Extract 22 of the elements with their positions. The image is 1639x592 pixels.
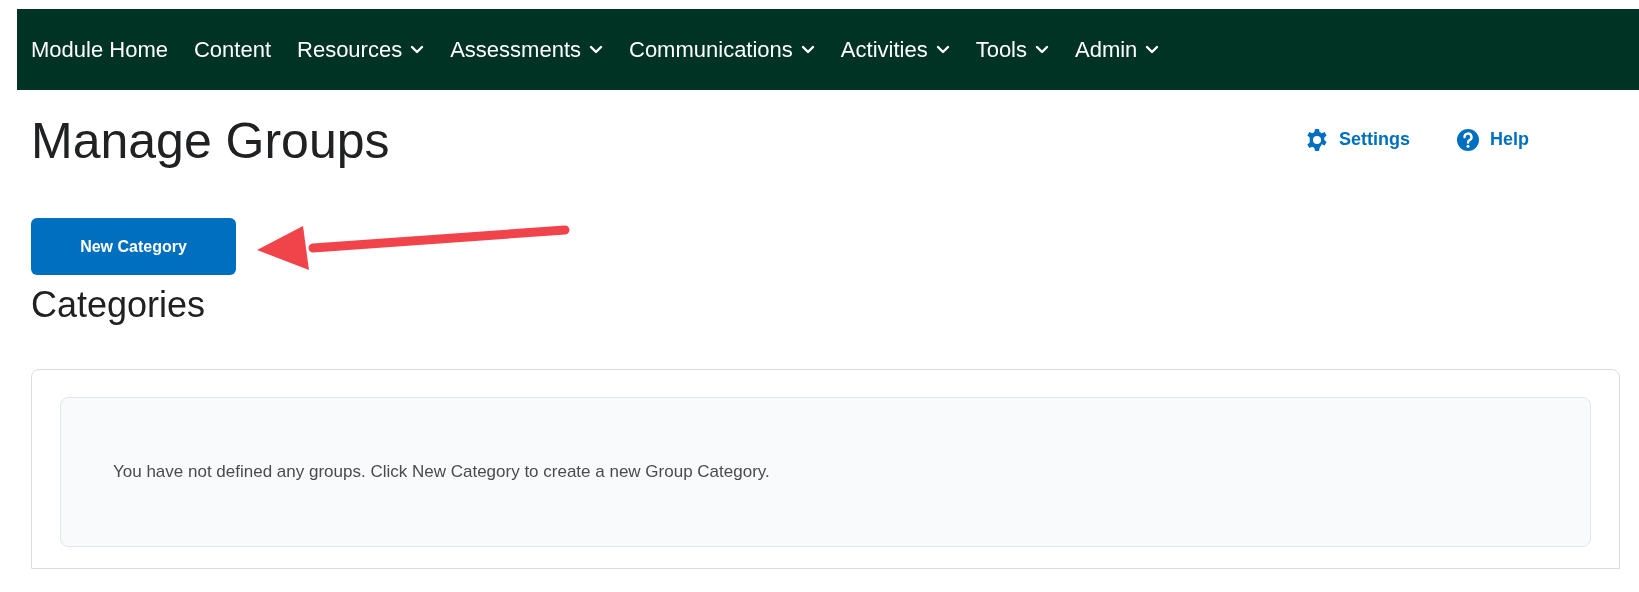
nav-item[interactable]: Activities <box>840 33 950 66</box>
nav-item[interactable]: Admin <box>1075 33 1160 66</box>
nav-item[interactable]: Content <box>193 33 271 66</box>
nav-item[interactable]: Module Home <box>31 33 168 66</box>
settings-icon <box>1304 127 1329 152</box>
section-title: Categories <box>30 287 207 323</box>
settings-link[interactable]: Settings <box>1304 126 1410 153</box>
nav-item[interactable]: Communications <box>629 33 815 66</box>
nav-item[interactable]: Resources <box>297 33 425 66</box>
chevron-down-icon <box>1035 45 1049 54</box>
chevron-down-icon <box>410 45 425 54</box>
chevron-down-icon <box>1145 45 1160 54</box>
chevron-down-icon <box>800 45 815 54</box>
chevron-down-icon <box>589 45 603 54</box>
new-category-button[interactable]: New Category <box>31 218 236 275</box>
empty-message: You have not defined any groups. Click New Category to create a new Group Category. <box>113 461 770 484</box>
help-icon <box>1456 127 1480 152</box>
chevron-down-icon <box>935 45 950 54</box>
nav-item[interactable]: Assessments <box>450 33 603 66</box>
page-title: Manage Groups <box>31 112 390 166</box>
help-link[interactable]: Help <box>1456 126 1529 153</box>
nav-item[interactable]: Tools <box>975 33 1049 66</box>
